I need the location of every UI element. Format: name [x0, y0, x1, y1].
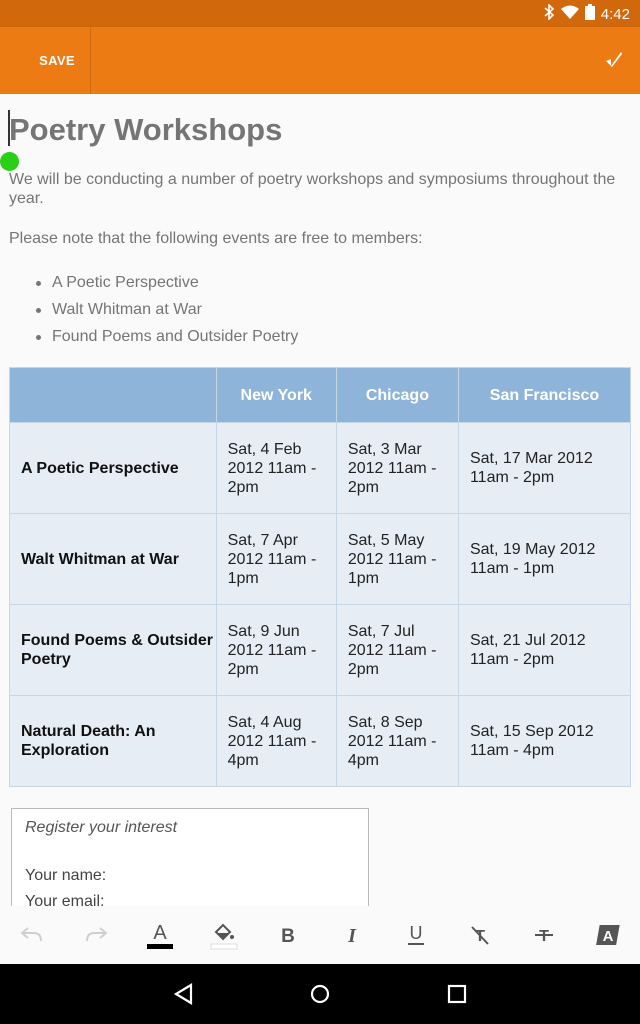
italic-icon[interactable]: I	[332, 915, 372, 955]
underline-icon[interactable]: U	[396, 915, 436, 955]
selection-handle[interactable]	[0, 152, 19, 171]
list-item[interactable]: Walt Whitman at War	[9, 299, 298, 326]
table-header-row: New York Chicago San Francisco	[9, 367, 632, 423]
intro-paragraph[interactable]: We will be conducting a number of poetry…	[9, 170, 631, 208]
bullet-list: A Poetic Perspective Walt Whitman at War…	[9, 272, 298, 353]
table-row: A Poetic Perspective Sat, 4 Feb 2012 11a…	[9, 422, 632, 514]
text-style-icon[interactable]: A	[588, 915, 628, 955]
list-item[interactable]: Found Poems and Outsider Poetry	[9, 326, 298, 353]
document-editor[interactable]: Poetry Workshops We will be conducting a…	[0, 94, 640, 906]
table-row: Found Poems & Outsider Poetry Sat, 9 Jun…	[9, 604, 632, 696]
back-icon[interactable]	[172, 983, 194, 1010]
table-cell[interactable]: Sat, 8 Sep 2012 11am - 4pm	[335, 695, 459, 787]
recent-apps-icon[interactable]	[446, 983, 468, 1010]
svg-text:I: I	[347, 925, 357, 945]
table-cell[interactable]: Sat, 4 Aug 2012 11am - 4pm	[215, 695, 337, 787]
strikethrough-icon[interactable]: T	[524, 915, 564, 955]
app-bar: SAVE	[0, 27, 640, 94]
status-bar: 4:42	[0, 0, 640, 27]
row-label[interactable]: Walt Whitman at War	[9, 513, 217, 605]
table-cell[interactable]: Sat, 4 Feb 2012 11am - 2pm	[215, 422, 337, 514]
home-icon[interactable]	[309, 983, 331, 1010]
table-cell[interactable]: Sat, 9 Jun 2012 11am - 2pm	[215, 604, 337, 696]
nav-bar	[0, 964, 640, 1024]
table-cell[interactable]: Sat, 15 Sep 2012 11am - 4pm	[457, 695, 632, 787]
clear-format-icon[interactable]: T	[460, 915, 500, 955]
header-san-francisco: San Francisco	[457, 367, 632, 423]
register-form[interactable]: Register your interest Your name: Your e…	[11, 808, 369, 906]
table-cell[interactable]: Sat, 21 Jul 2012 11am - 2pm	[457, 604, 632, 696]
save-button[interactable]: SAVE	[24, 27, 91, 94]
register-title: Register your interest	[25, 819, 178, 836]
table-cell[interactable]: Sat, 5 May 2012 11am - 1pm	[335, 513, 459, 605]
wifi-icon	[560, 5, 579, 23]
row-label[interactable]: Found Poems & Outsider Poetry	[9, 604, 217, 696]
bold-icon[interactable]: B	[268, 915, 308, 955]
svg-text:B: B	[281, 926, 295, 945]
events-table: New York Chicago San Francisco A Poetic …	[9, 367, 632, 787]
table-cell[interactable]: Sat, 19 May 2012 11am - 1pm	[457, 513, 632, 605]
status-icons: 4:42	[543, 3, 630, 24]
email-label: Your email:	[25, 893, 105, 906]
header-new-york: New York	[215, 367, 337, 423]
table-row: Walt Whitman at War Sat, 7 Apr 2012 11am…	[9, 513, 632, 605]
svg-text:A: A	[603, 928, 614, 945]
table-row: Natural Death: An Exploration Sat, 4 Aug…	[9, 695, 632, 787]
header-chicago: Chicago	[335, 367, 459, 423]
table-cell[interactable]: Sat, 7 Apr 2012 11am - 1pm	[215, 513, 337, 605]
table-cell[interactable]: Sat, 3 Mar 2012 11am - 2pm	[335, 422, 459, 514]
checkmark-pen-icon[interactable]	[600, 47, 626, 73]
table-cell[interactable]: Sat, 7 Jul 2012 11am - 2pm	[335, 604, 459, 696]
redo-icon[interactable]	[76, 915, 116, 955]
bluetooth-icon	[543, 3, 555, 24]
page-title[interactable]: Poetry Workshops	[9, 112, 282, 148]
text-color-icon[interactable]: A	[140, 915, 180, 955]
table-cell[interactable]: Sat, 17 Mar 2012 11am - 2pm	[457, 422, 632, 514]
header-empty	[9, 367, 217, 423]
svg-text:A: A	[153, 922, 167, 944]
note-paragraph[interactable]: Please note that the following events ar…	[9, 230, 423, 248]
row-label[interactable]: A Poetic Perspective	[9, 422, 217, 514]
undo-icon[interactable]	[12, 915, 52, 955]
clock: 4:42	[600, 5, 630, 23]
list-item[interactable]: A Poetic Perspective	[9, 272, 298, 299]
svg-text:T: T	[539, 928, 549, 945]
battery-icon	[584, 4, 595, 24]
format-toolbar: A B I U T T A	[0, 906, 640, 964]
name-label: Your name:	[25, 867, 107, 884]
svg-text:U: U	[410, 924, 423, 943]
row-label[interactable]: Natural Death: An Exploration	[9, 695, 217, 787]
fill-color-icon[interactable]	[204, 915, 244, 955]
